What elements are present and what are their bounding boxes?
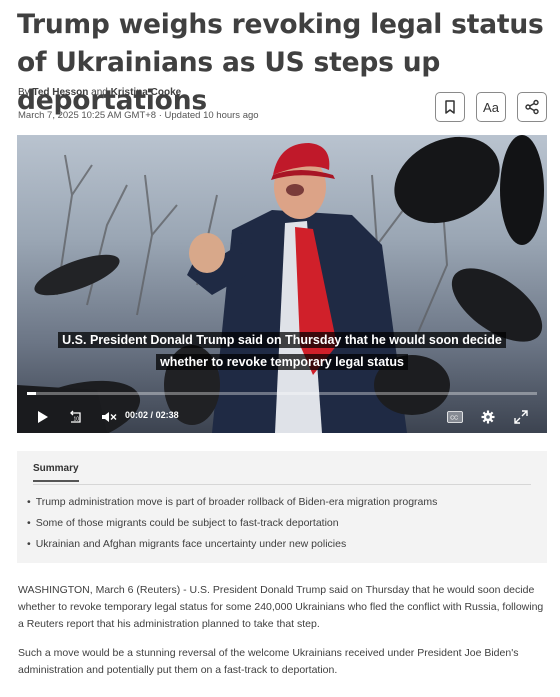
closed-captions-icon: CC (447, 411, 463, 423)
byline-prefix: By (18, 87, 30, 98)
summary-box: Summary Trump administration move is par… (17, 451, 547, 563)
bookmark-button[interactable] (435, 92, 465, 122)
play-button[interactable] (36, 407, 50, 427)
summary-divider (33, 484, 531, 485)
video-progress-fill (27, 392, 36, 395)
share-button[interactable] (517, 92, 547, 122)
caption-text-1: U.S. President Donald Trump said on Thur… (58, 332, 506, 348)
video-frame-image (17, 135, 544, 433)
rewind-10-button[interactable]: 10 (68, 407, 84, 427)
byline-and: and (91, 87, 108, 98)
gear-icon (481, 410, 495, 424)
volume-muted-icon (102, 412, 117, 422)
svg-text:10: 10 (74, 417, 80, 423)
article-paragraph-1: WASHINGTON, March 6 (Reuters) - U.S. Pre… (18, 584, 544, 630)
closed-captions-button[interactable]: CC (447, 407, 463, 427)
summary-item: Trump administration move is part of bro… (27, 492, 438, 513)
article-paragraph-2: Such a move would be a stunning reversal… (18, 647, 519, 676)
summary-item: Ukrainian and Afghan migrants face uncer… (27, 534, 437, 555)
cc-label: CC (450, 415, 458, 421)
video-caption-line-2: whether to revoke temporary legal status (17, 353, 547, 371)
current-time: 00:02 (125, 410, 149, 420)
summary-item: Some of those migrants could be subject … (27, 513, 437, 534)
video-player[interactable]: U.S. President Donald Trump said on Thur… (17, 135, 547, 433)
mute-button[interactable] (101, 407, 117, 427)
author-link-2[interactable]: Kristina Cooke (111, 87, 182, 98)
share-icon (525, 99, 539, 115)
author-link-1[interactable]: Ted Hesson (32, 87, 88, 98)
dateline: March 7, 2025 10:25 AM GMT+8 · Updated 1… (18, 110, 259, 121)
settings-button[interactable] (481, 407, 495, 427)
fullscreen-icon (514, 410, 528, 424)
video-caption-line-1: U.S. President Donald Trump said on Thur… (17, 331, 547, 349)
rewind-10-icon: 10 (70, 410, 81, 423)
article-page: Trump weighs revoking legal status of Uk… (0, 0, 560, 697)
article-headline: Trump weighs revoking legal status of Uk… (17, 9, 544, 116)
time-separator: / (150, 410, 154, 420)
caption-text-2: whether to revoke temporary legal status (156, 354, 408, 370)
fullscreen-button[interactable] (514, 407, 528, 427)
bookmark-icon (445, 100, 455, 114)
font-size-button[interactable]: Aa (476, 92, 506, 122)
byline: By Ted Hesson and Kristina Cooke (18, 87, 181, 98)
video-progress-bar[interactable] (27, 392, 537, 395)
duration: 02:38 (155, 410, 179, 420)
video-time-display: 00:02 / 02:38 (125, 410, 179, 420)
summary-list: Trump administration move is part of bro… (27, 492, 438, 555)
play-icon (38, 411, 48, 423)
summary-tab[interactable]: Summary (33, 463, 79, 482)
